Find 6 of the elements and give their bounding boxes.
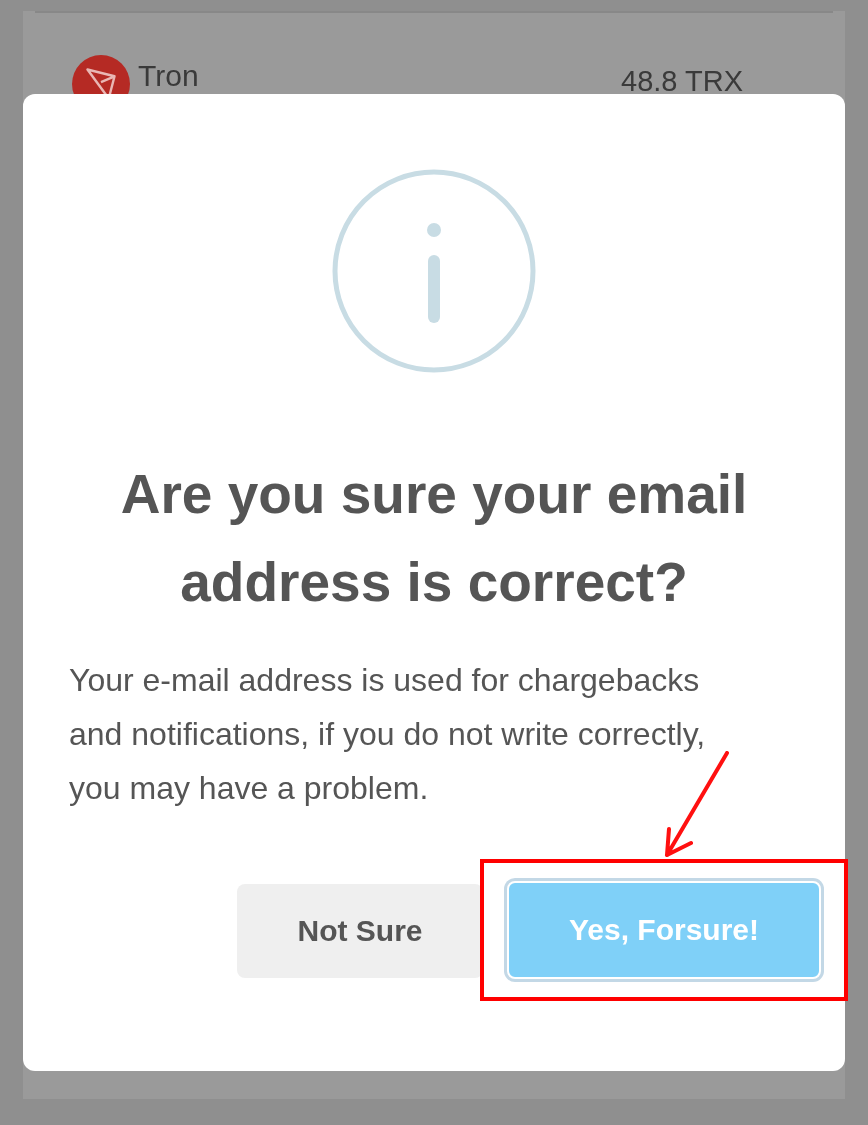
dialog-title: Are you sure your email address is correct? — [119, 462, 749, 615]
dialog-message: Your e-mail address is used for chargebacks and notifications, if you do not write correctly, you may have a problem. — [69, 661, 707, 808]
asset-name: Tron — [138, 59, 199, 93]
info-icon — [332, 169, 536, 373]
cancel-button[interactable]: Not Sure — [237, 884, 483, 978]
asset-amount: 48.8 TRX — [621, 64, 743, 98]
